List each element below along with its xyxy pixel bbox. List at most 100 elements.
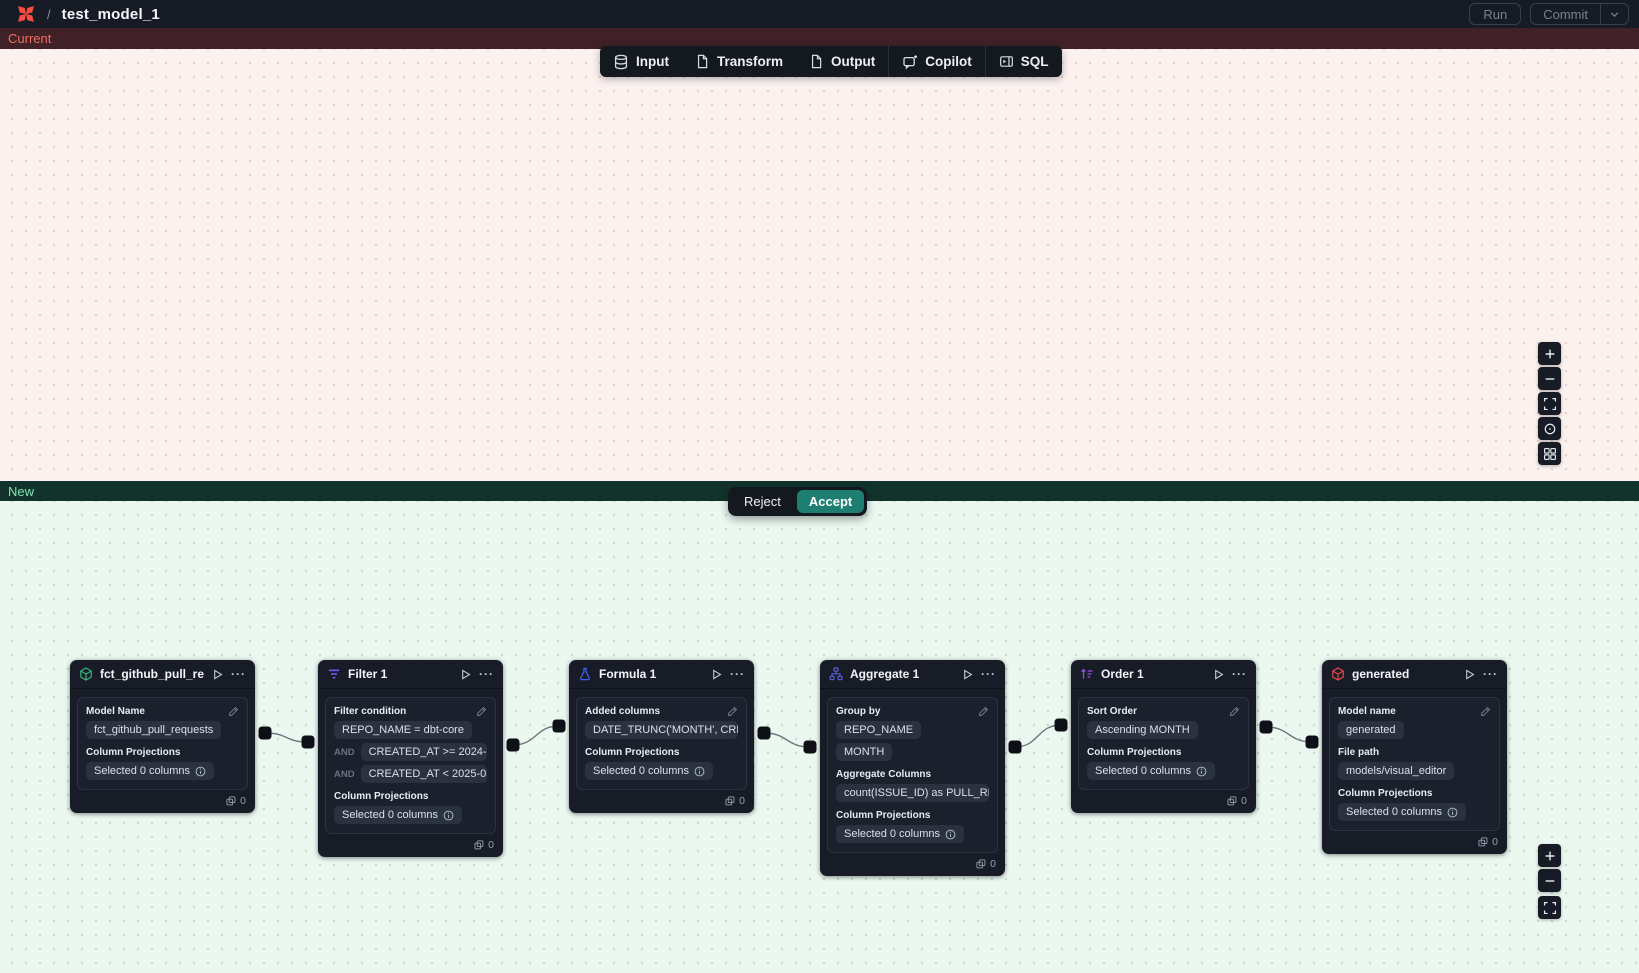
node-header[interactable]: Filter 1 ···	[318, 660, 503, 689]
node-config-panel[interactable]: Added columns DATE_TRUNC('MONTH', CREATE…	[576, 697, 747, 790]
column-projections-pill[interactable]: Selected 0 columns	[836, 825, 964, 843]
play-icon[interactable]	[211, 668, 224, 681]
layout-grid-icon	[1543, 447, 1557, 461]
filter-condition-pill[interactable]: CREATED_AT >= 2024-12-01	[361, 743, 487, 761]
edit-pencil-icon[interactable]	[227, 706, 239, 718]
node-config-panel[interactable]: Model Name fct_github_pull_requests Colu…	[77, 697, 248, 790]
more-menu-icon[interactable]: ···	[730, 668, 745, 680]
toolbar-copilot-button[interactable]: Copilot	[889, 46, 985, 77]
edit-pencil-icon[interactable]	[977, 706, 989, 718]
dbt-logo-icon[interactable]	[16, 4, 36, 24]
column-projections-pill[interactable]: Selected 0 columns	[334, 806, 462, 824]
copy-icon	[976, 859, 986, 869]
zoom-in-button[interactable]	[1538, 844, 1561, 867]
toolbar-sql-label: SQL	[1021, 54, 1049, 69]
node-generated[interactable]: generated ··· Model name generated File …	[1322, 660, 1507, 854]
fit-view-button[interactable]	[1538, 392, 1561, 415]
edit-pencil-icon[interactable]	[726, 706, 738, 718]
group-by-pill[interactable]: MONTH	[836, 743, 892, 761]
diff-actions: Reject Accept	[728, 487, 867, 516]
zoom-out-button[interactable]	[1538, 869, 1561, 892]
value-pill[interactable]: fct_github_pull_requests	[86, 721, 221, 739]
new-canvas[interactable]: fct_github_pull_requests ··· Model Name …	[0, 501, 1639, 973]
reject-button-label: Reject	[744, 494, 781, 509]
field-label: Column Projections	[836, 810, 989, 821]
info-icon[interactable]	[1447, 807, 1458, 818]
edit-pencil-icon[interactable]	[1228, 706, 1240, 718]
sort-order-pill[interactable]: Ascending MONTH	[1087, 721, 1198, 739]
database-icon	[613, 54, 629, 70]
node-header[interactable]: Order 1 ···	[1071, 660, 1256, 689]
node-header[interactable]: generated ···	[1322, 660, 1507, 689]
node-formula-1[interactable]: Formula 1 ··· Added columns DATE_TRUNC('…	[569, 660, 754, 813]
more-menu-icon[interactable]: ···	[479, 668, 494, 680]
visual-editor-app: / test_model_1 Run Commit Current	[0, 0, 1639, 973]
model-name-pill[interactable]: generated	[1338, 721, 1404, 739]
play-icon[interactable]	[961, 668, 974, 681]
run-button[interactable]: Run	[1469, 3, 1521, 25]
node-title: Aggregate 1	[850, 667, 954, 681]
cube-icon	[79, 667, 93, 681]
accept-button[interactable]: Accept	[797, 490, 864, 513]
node-config-panel[interactable]: Model name generated File path models/vi…	[1329, 697, 1500, 831]
file-path-pill[interactable]: models/visual_editor	[1338, 762, 1454, 780]
edit-pencil-icon[interactable]	[1479, 706, 1491, 718]
pill-text: fct_github_pull_requests	[94, 724, 213, 736]
node-title: generated	[1352, 667, 1456, 681]
node-header[interactable]: Formula 1 ···	[569, 660, 754, 689]
play-icon[interactable]	[1212, 668, 1225, 681]
info-icon[interactable]	[945, 829, 956, 840]
toolbar-transform-button[interactable]: Transform	[682, 46, 796, 77]
node-header[interactable]: fct_github_pull_requests ···	[70, 660, 255, 689]
play-icon[interactable]	[1463, 668, 1476, 681]
info-icon[interactable]	[1196, 766, 1207, 777]
group-by-pill[interactable]: REPO_NAME	[836, 721, 921, 739]
node-aggregate-1[interactable]: Aggregate 1 ··· Group by REPO_NAME MONTH…	[820, 660, 1005, 876]
filter-condition-pill[interactable]: REPO_NAME = dbt-core	[334, 721, 472, 739]
zoom-in-button[interactable]	[1538, 342, 1561, 365]
pill-text: count(ISSUE_ID) as PULL_REQUEST_…	[844, 787, 989, 799]
column-projections-pill[interactable]: Selected 0 columns	[1338, 803, 1466, 821]
plus-icon	[1543, 347, 1557, 361]
info-icon[interactable]	[195, 766, 206, 777]
commit-button[interactable]: Commit	[1531, 4, 1600, 24]
toolbar-input-button[interactable]: Input	[600, 46, 682, 77]
toolbar-sql-button[interactable]: SQL	[986, 46, 1062, 77]
node-header[interactable]: Aggregate 1 ···	[820, 660, 1005, 689]
pill-text: Selected 0 columns	[1095, 765, 1191, 777]
pill-text: Selected 0 columns	[342, 809, 438, 821]
play-icon[interactable]	[459, 668, 472, 681]
layout-grid-button[interactable]	[1538, 442, 1561, 465]
column-projections-pill[interactable]: Selected 0 columns	[86, 762, 214, 780]
zoom-out-button[interactable]	[1538, 367, 1561, 390]
node-fct-github-pull-requests[interactable]: fct_github_pull_requests ··· Model Name …	[70, 660, 255, 813]
column-projections-pill[interactable]: Selected 0 columns	[585, 762, 713, 780]
more-menu-icon[interactable]: ···	[981, 668, 996, 680]
pill-text: Selected 0 columns	[1346, 806, 1442, 818]
node-config-panel[interactable]: Group by REPO_NAME MONTH Aggregate Colum…	[827, 697, 998, 853]
info-icon[interactable]	[443, 810, 454, 821]
aggregate-column-pill[interactable]: count(ISSUE_ID) as PULL_REQUEST_…	[836, 784, 989, 802]
commit-dropdown-button[interactable]	[1600, 4, 1628, 24]
current-canvas[interactable]	[0, 49, 1639, 481]
info-icon[interactable]	[694, 766, 705, 777]
edit-pencil-icon[interactable]	[475, 706, 487, 718]
filter-condition-pill[interactable]: CREATED_AT < 2025-03-01	[361, 765, 487, 783]
more-menu-icon[interactable]: ···	[1232, 668, 1247, 680]
fit-view-button[interactable]	[1538, 896, 1561, 919]
field-label: Model Name	[86, 706, 239, 717]
play-icon[interactable]	[710, 668, 723, 681]
plus-icon	[1543, 849, 1557, 863]
toolbar-output-button[interactable]: Output	[796, 46, 888, 77]
node-order-1[interactable]: Order 1 ··· Sort Order Ascending MONTH C…	[1071, 660, 1256, 813]
node-config-panel[interactable]: Sort Order Ascending MONTH Column Projec…	[1078, 697, 1249, 790]
pill-text: generated	[1346, 724, 1396, 736]
node-config-panel[interactable]: Filter condition REPO_NAME = dbt-core AN…	[325, 697, 496, 834]
locate-button[interactable]	[1538, 417, 1561, 440]
column-projections-pill[interactable]: Selected 0 columns	[1087, 762, 1215, 780]
more-menu-icon[interactable]: ···	[1483, 668, 1498, 680]
node-filter-1[interactable]: Filter 1 ··· Filter condition REPO_NAME …	[318, 660, 503, 857]
reject-button[interactable]: Reject	[731, 490, 794, 513]
formula-pill[interactable]: DATE_TRUNC('MONTH', CREATED_AT…	[585, 721, 738, 739]
more-menu-icon[interactable]: ···	[231, 668, 246, 680]
